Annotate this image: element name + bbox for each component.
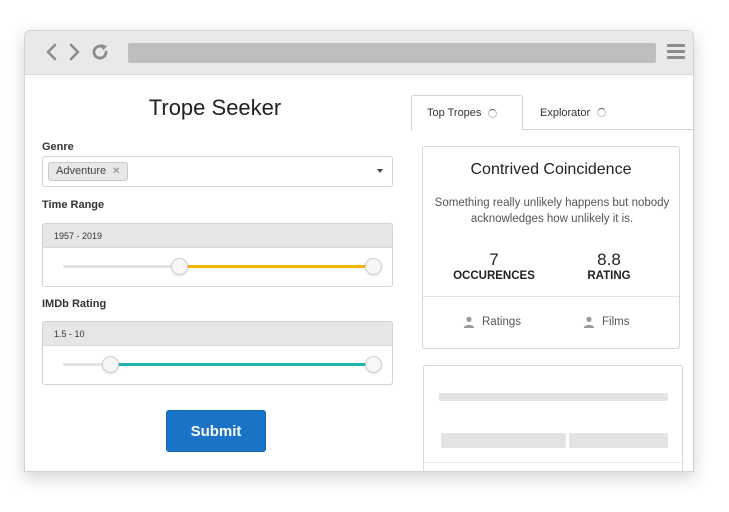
- browser-toolbar: [25, 31, 693, 75]
- time-range-max-handle[interactable]: [365, 258, 382, 275]
- rating-value: 8.8: [597, 250, 621, 269]
- skeleton-block: [569, 433, 668, 448]
- trope-description: Something really unlikely happens but no…: [434, 197, 670, 225]
- tab-bar: Top Tropes Explorator: [411, 95, 693, 131]
- genre-chip: Adventure ✕: [48, 162, 128, 181]
- time-range-value: 1957 - 2019: [43, 224, 392, 248]
- tab-explorator-label: Explorator: [540, 106, 591, 119]
- skeleton-block: [441, 433, 566, 448]
- person-icon: [463, 316, 475, 328]
- reload-icon[interactable]: [89, 41, 111, 63]
- genre-label: Genre: [42, 141, 74, 153]
- imdb-rating-track[interactable]: [63, 356, 382, 373]
- imdb-rating-max-handle[interactable]: [365, 356, 382, 373]
- hamburger-menu-icon[interactable]: [667, 44, 685, 60]
- submit-button[interactable]: Submit: [166, 410, 266, 452]
- ratings-link-label: Ratings: [482, 316, 521, 328]
- loading-spinner-icon: [488, 108, 498, 118]
- card-divider: [423, 296, 679, 297]
- skeleton-divider: [424, 462, 684, 463]
- imdb-rating-min-handle[interactable]: [101, 356, 119, 373]
- time-range-track[interactable]: [63, 258, 382, 275]
- films-link-label: Films: [602, 316, 630, 328]
- person-icon: [583, 316, 595, 328]
- chip-remove-icon[interactable]: ✕: [112, 163, 120, 180]
- rating-label: RATING: [587, 270, 631, 282]
- occurrences-value: 7: [489, 250, 499, 269]
- address-bar[interactable]: [128, 43, 656, 63]
- imdb-rating-label: IMDb Rating: [42, 298, 107, 310]
- ratings-link[interactable]: Ratings: [463, 316, 521, 328]
- time-range-label: Time Range: [42, 199, 105, 211]
- back-icon[interactable]: [41, 41, 63, 63]
- occurrences-label: OCCURENCES: [453, 270, 535, 282]
- page-title: Trope Seeker: [148, 95, 282, 120]
- time-range-slider: 1957 - 2019: [42, 223, 393, 287]
- genre-chip-label: Adventure: [56, 165, 107, 177]
- occurrences-stat: 7 OCCURENCES: [439, 250, 549, 282]
- films-link[interactable]: Films: [583, 316, 629, 328]
- loading-spinner-icon: [597, 108, 607, 117]
- trope-title: Contrived Coincidence: [470, 161, 632, 178]
- forward-icon[interactable]: [63, 41, 85, 63]
- time-range-fill: [179, 265, 373, 268]
- imdb-rating-value: 1.5 - 10: [43, 322, 392, 346]
- tab-explorator[interactable]: Explorator: [540, 95, 640, 130]
- imdb-rating-slider: 1.5 - 10: [42, 321, 393, 385]
- tab-top-tropes-label: Top Tropes: [427, 107, 482, 119]
- tab-top-tropes[interactable]: Top Tropes: [411, 95, 523, 131]
- genre-select[interactable]: Adventure ✕: [42, 156, 393, 187]
- imdb-rating-fill: [109, 363, 373, 366]
- trope-card: Contrived Coincidence Something really u…: [422, 146, 680, 349]
- chevron-down-icon[interactable]: [377, 169, 383, 173]
- time-range-min-handle[interactable]: [171, 258, 189, 275]
- browser-window: Trope Seeker Genre Adventure ✕ Time Rang…: [24, 30, 694, 472]
- skeleton-line: [439, 393, 668, 401]
- loading-placeholder-card: [423, 365, 684, 471]
- rating-stat: 8.8 RATING: [554, 250, 664, 282]
